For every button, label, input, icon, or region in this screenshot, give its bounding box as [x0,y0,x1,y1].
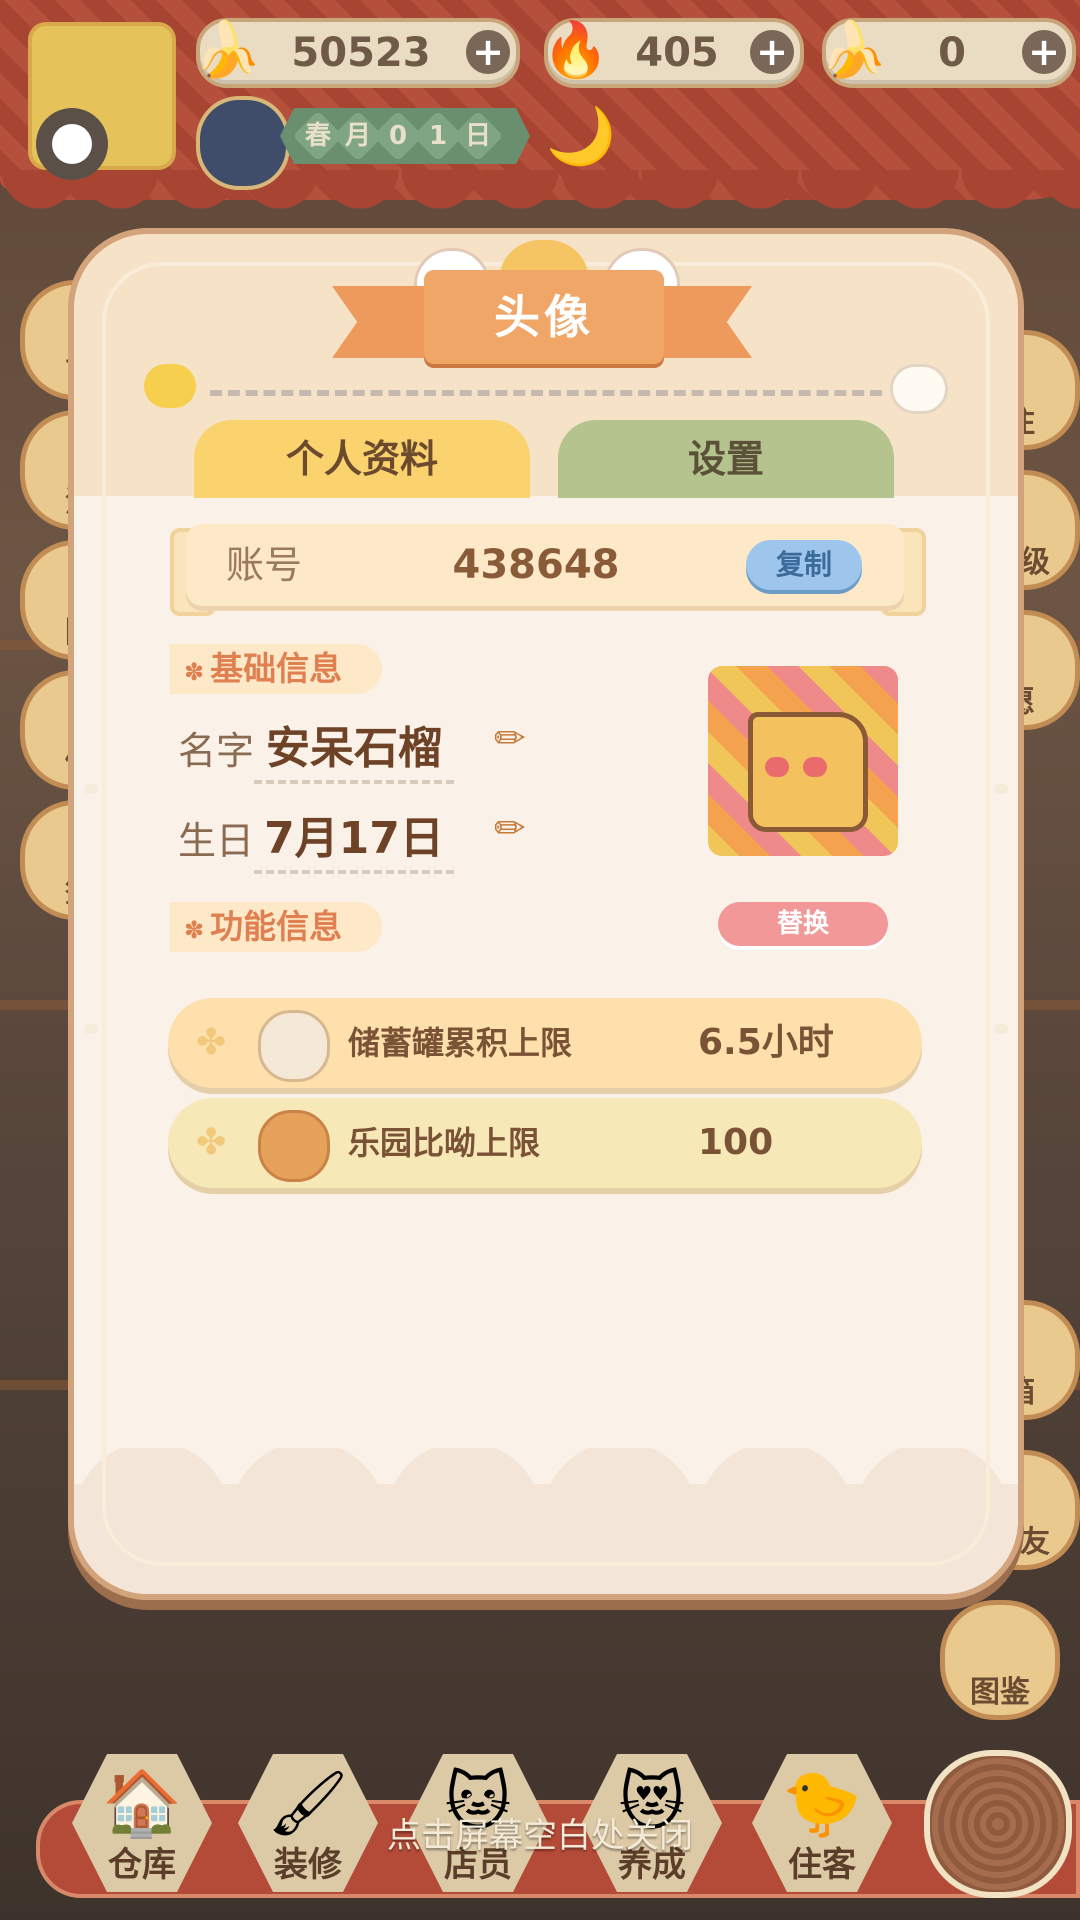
avatar-dialog: 头像 个人资料 设置 账号 438648 复制 ✽ 基础信息 名字 安呆石榴 ✏ … [68,228,1024,1600]
birthday-value: 7月17日 [254,802,454,874]
account-row: 账号 438648 复制 [186,524,904,606]
blue-flame-icon: 🔥 [542,18,610,81]
birthday-label: 生日 [178,819,255,863]
bread-cat-avatar-icon [748,712,868,832]
add-blue-banana-button[interactable]: + [1022,30,1066,74]
replace-avatar-button[interactable]: 替换 [718,902,888,946]
awning-scallop [0,170,1080,210]
edge-rivet [994,1024,1008,1034]
function-name: 乐园比呦上限 [348,1124,541,1162]
function-row-piggy-bank: ✤ 储蓄罐累积上限 6.5小时 [168,998,922,1088]
function-info-heading: ✽ 功能信息 [170,902,383,952]
avatar-portrait [708,666,898,856]
piggy-bank-icon [258,1010,330,1082]
edit-birthday-pencil-icon[interactable]: ✏ [494,806,526,850]
function-row-park: ✤ 乐园比呦上限 100 [168,1098,922,1188]
copy-button[interactable]: 复制 [746,540,862,590]
close-hint[interactable]: 点击屏幕空白处关闭 [0,1808,1080,1857]
tab-profile[interactable]: 个人资料 [194,420,530,498]
park-animals-icon [258,1110,330,1182]
edge-rivet [84,1024,98,1034]
resource-flame: 🔥 405 + [542,18,804,88]
dashed-divider [210,390,882,396]
clover-bullet-icon: ✽ [184,658,205,686]
edge-rivet [84,784,98,794]
yellow-chick-icon [144,364,196,408]
account-label: 账号 [226,543,303,587]
dialog-title: 头像 [494,290,594,344]
blue-banana-icon: 🍌 [820,18,888,81]
clover-icon: ✤ [196,1022,227,1063]
name-label: 名字 [178,729,255,773]
blue-banana-count: 0 [938,30,966,76]
white-chick-icon [890,364,948,414]
day-night-clock-icon [196,96,290,190]
floating-touch-dot[interactable] [36,108,108,180]
add-banana-button[interactable]: + [466,30,510,74]
clover-icon: ✤ [196,1122,227,1163]
edit-name-pencil-icon[interactable]: ✏ [494,716,526,760]
add-flame-button[interactable]: + [750,30,794,74]
calendar-date: 春月01日 [280,108,530,164]
resource-blue-banana: 🍌 0 + [820,18,1076,88]
side-menu-collection[interactable]: 图鉴 [940,1600,1060,1720]
basic-info-heading: ✽ 基础信息 [170,644,383,694]
function-value: 6.5小时 [698,1022,834,1063]
name-value: 安呆石榴 [254,712,454,784]
moon-icon: 🌙 [546,104,616,169]
tab-settings[interactable]: 设置 [558,420,894,498]
account-id: 438648 [452,542,620,588]
edge-rivet [994,784,1008,794]
banana-icon: 🍌 [194,18,262,81]
function-value: 100 [698,1122,774,1163]
banana-count: 50523 [291,30,431,76]
function-name: 储蓄罐累积上限 [348,1024,573,1062]
flame-count: 405 [635,30,719,76]
resource-banana: 🍌 50523 + [194,18,520,88]
clover-bullet-icon: ✽ [184,916,205,944]
